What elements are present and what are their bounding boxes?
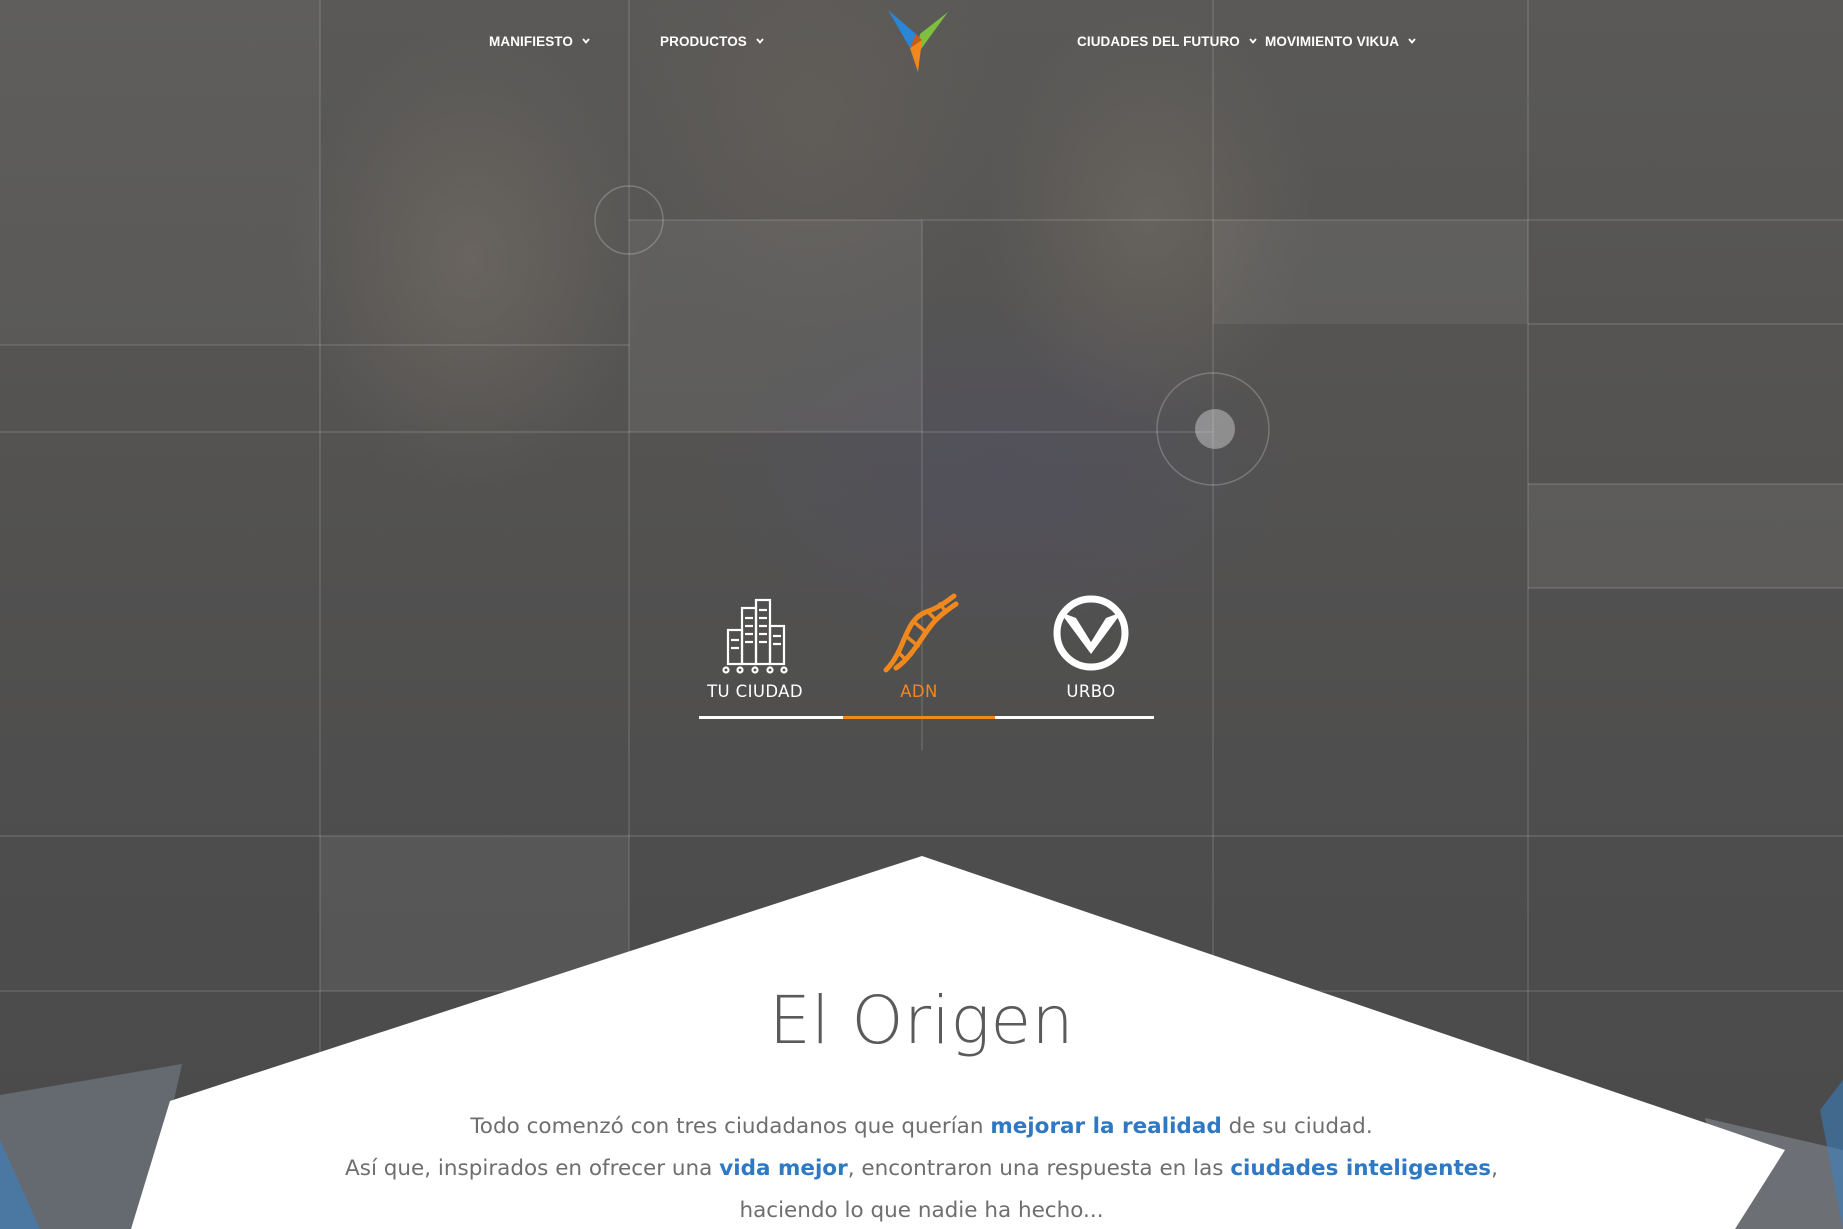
section-title: El Origen: [769, 982, 1074, 1059]
text-segment: ,: [1491, 1156, 1498, 1181]
highlight-vida-mejor: vida mejor: [719, 1156, 848, 1181]
paragraph-line-1: Todo comenzó con tres ciudadanos que que…: [300, 1106, 1543, 1148]
text-segment: Todo comenzó con tres ciudadanos que que…: [470, 1114, 991, 1139]
highlight-mejorar-la-realidad: mejorar la realidad: [990, 1114, 1222, 1139]
highlight-ciudades-inteligentes: ciudades inteligentes: [1230, 1156, 1492, 1181]
text-segment: , encontraron una respuesta en las: [847, 1156, 1231, 1181]
text-segment: Así que, inspirados en ofrecer una: [345, 1156, 720, 1181]
paragraph-line-2: Así que, inspirados en ofrecer una vida …: [300, 1148, 1543, 1190]
section-paragraph: Todo comenzó con tres ciudadanos que que…: [300, 1106, 1543, 1229]
text-segment: de su ciudad.: [1221, 1114, 1373, 1139]
paragraph-line-3: haciendo lo que nadie ha hecho...: [739, 1198, 1104, 1223]
